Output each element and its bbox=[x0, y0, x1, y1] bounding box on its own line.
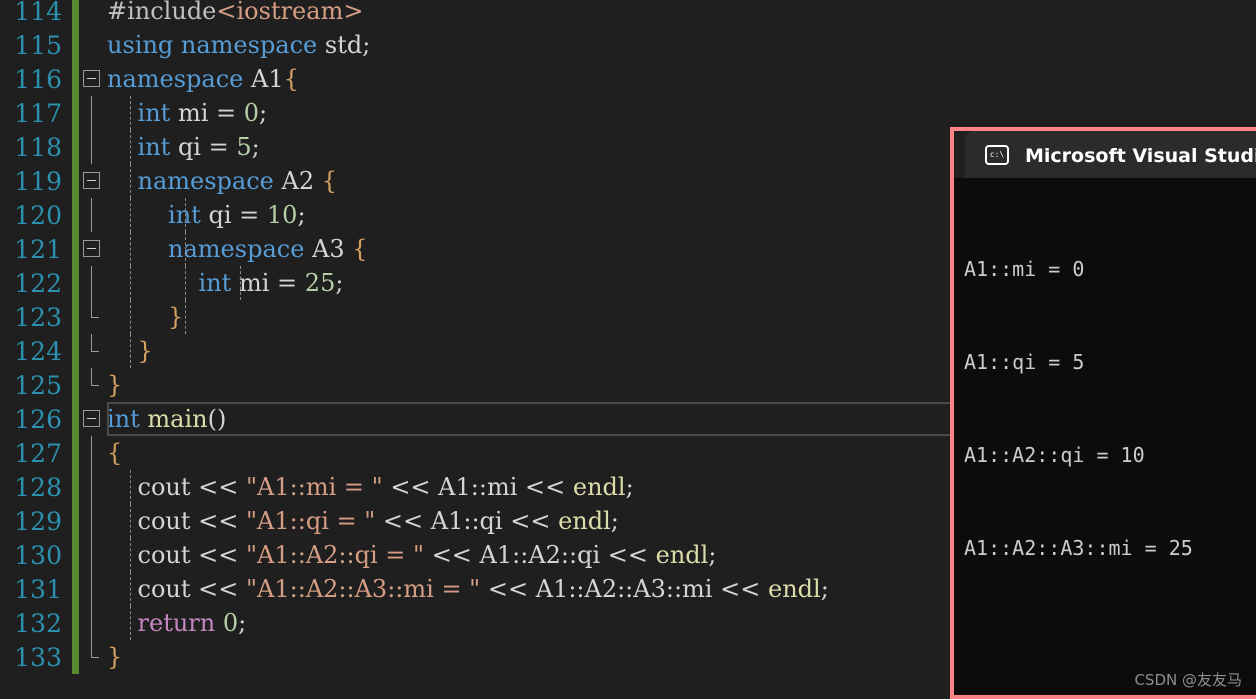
fold-gutter[interactable] bbox=[79, 130, 107, 164]
change-bar bbox=[72, 368, 79, 402]
line-number: 122 bbox=[0, 269, 72, 298]
line-number: 114 bbox=[0, 0, 72, 26]
fold-gutter[interactable] bbox=[79, 334, 107, 368]
debug-console-window[interactable]: c:\ Microsoft Visual Studio 调试 A1::mi = … bbox=[950, 127, 1256, 699]
fold-gutter[interactable] bbox=[79, 470, 107, 504]
line-number: 123 bbox=[0, 303, 72, 332]
fold-gutter[interactable] bbox=[79, 232, 107, 266]
line-number: 130 bbox=[0, 541, 72, 570]
change-bar bbox=[72, 232, 79, 266]
line-number: 119 bbox=[0, 167, 72, 196]
console-output-line: A1::mi = 0 bbox=[964, 254, 1256, 285]
watermark: CSDN @友友马 bbox=[1134, 669, 1242, 690]
change-bar bbox=[72, 436, 79, 470]
code-line-text: #include<iostream> bbox=[107, 0, 1256, 28]
change-bar bbox=[72, 504, 79, 538]
console-output-line: A1::qi = 5 bbox=[964, 347, 1256, 378]
fold-gutter[interactable] bbox=[79, 436, 107, 470]
change-bar bbox=[72, 164, 79, 198]
line-number: 129 bbox=[0, 507, 72, 536]
fold-gutter[interactable] bbox=[79, 164, 107, 198]
change-bar bbox=[72, 0, 79, 28]
line-number: 116 bbox=[0, 65, 72, 94]
fold-gutter[interactable] bbox=[79, 96, 107, 130]
change-bar bbox=[72, 572, 79, 606]
line-number: 118 bbox=[0, 133, 72, 162]
change-bar bbox=[72, 538, 79, 572]
console-title-bar[interactable]: c:\ Microsoft Visual Studio 调试 bbox=[954, 131, 1256, 178]
line-number: 120 bbox=[0, 201, 72, 230]
fold-gutter[interactable] bbox=[79, 402, 107, 436]
change-bar bbox=[72, 300, 79, 334]
change-bar bbox=[72, 606, 79, 640]
change-bar bbox=[72, 198, 79, 232]
line-number: 125 bbox=[0, 371, 72, 400]
fold-gutter[interactable] bbox=[79, 504, 107, 538]
fold-gutter[interactable] bbox=[79, 606, 107, 640]
console-output-line: A1::A2::A3::mi = 25 bbox=[964, 533, 1256, 564]
change-bar bbox=[72, 266, 79, 300]
console-output-blank-line bbox=[964, 626, 1256, 657]
change-bar bbox=[72, 62, 79, 96]
console-title: Microsoft Visual Studio 调试 bbox=[1025, 141, 1256, 168]
fold-gutter[interactable] bbox=[79, 266, 107, 300]
fold-collapse-icon[interactable] bbox=[83, 410, 100, 427]
line-number: 121 bbox=[0, 235, 72, 264]
fold-collapse-icon[interactable] bbox=[83, 172, 100, 189]
change-bar bbox=[72, 470, 79, 504]
code-line[interactable]: 114 #include<iostream> bbox=[0, 0, 1256, 28]
change-bar bbox=[72, 640, 79, 674]
fold-collapse-icon[interactable] bbox=[83, 240, 100, 257]
code-line-text: int mi = 0; bbox=[107, 96, 1256, 130]
line-number: 126 bbox=[0, 405, 72, 434]
fold-gutter[interactable] bbox=[79, 28, 107, 62]
fold-gutter[interactable] bbox=[79, 572, 107, 606]
code-line[interactable]: 115 using namespace std; bbox=[0, 28, 1256, 62]
change-bar bbox=[72, 130, 79, 164]
line-number: 132 bbox=[0, 609, 72, 638]
console-output-line: A1::A2::qi = 10 bbox=[964, 440, 1256, 471]
change-bar bbox=[72, 402, 79, 436]
fold-collapse-icon[interactable] bbox=[83, 70, 100, 87]
code-line[interactable]: 117 int mi = 0; bbox=[0, 96, 1256, 130]
code-line-text: using namespace std; bbox=[107, 28, 1256, 62]
fold-gutter[interactable] bbox=[79, 198, 107, 232]
code-line[interactable]: 116 namespace A1{ bbox=[0, 62, 1256, 96]
console-tab[interactable]: c:\ Microsoft Visual Studio 调试 bbox=[965, 131, 1256, 178]
fold-gutter[interactable] bbox=[79, 368, 107, 402]
fold-gutter[interactable] bbox=[79, 0, 107, 28]
change-bar bbox=[72, 96, 79, 130]
fold-gutter[interactable] bbox=[79, 62, 107, 96]
console-output: A1::mi = 0 A1::qi = 5 A1::A2::qi = 10 A1… bbox=[954, 178, 1256, 699]
line-number: 115 bbox=[0, 31, 72, 60]
fold-gutter[interactable] bbox=[79, 640, 107, 674]
line-number: 133 bbox=[0, 643, 72, 672]
change-bar bbox=[72, 334, 79, 368]
line-number: 124 bbox=[0, 337, 72, 366]
line-number: 128 bbox=[0, 473, 72, 502]
fold-gutter[interactable] bbox=[79, 300, 107, 334]
line-number: 127 bbox=[0, 439, 72, 468]
code-line-text: namespace A1{ bbox=[107, 62, 1256, 96]
line-number: 117 bbox=[0, 99, 72, 128]
terminal-icon: c:\ bbox=[985, 145, 1009, 165]
line-number: 131 bbox=[0, 575, 72, 604]
fold-gutter[interactable] bbox=[79, 538, 107, 572]
change-bar bbox=[72, 28, 79, 62]
terminal-icon-text: c:\ bbox=[990, 151, 1004, 159]
